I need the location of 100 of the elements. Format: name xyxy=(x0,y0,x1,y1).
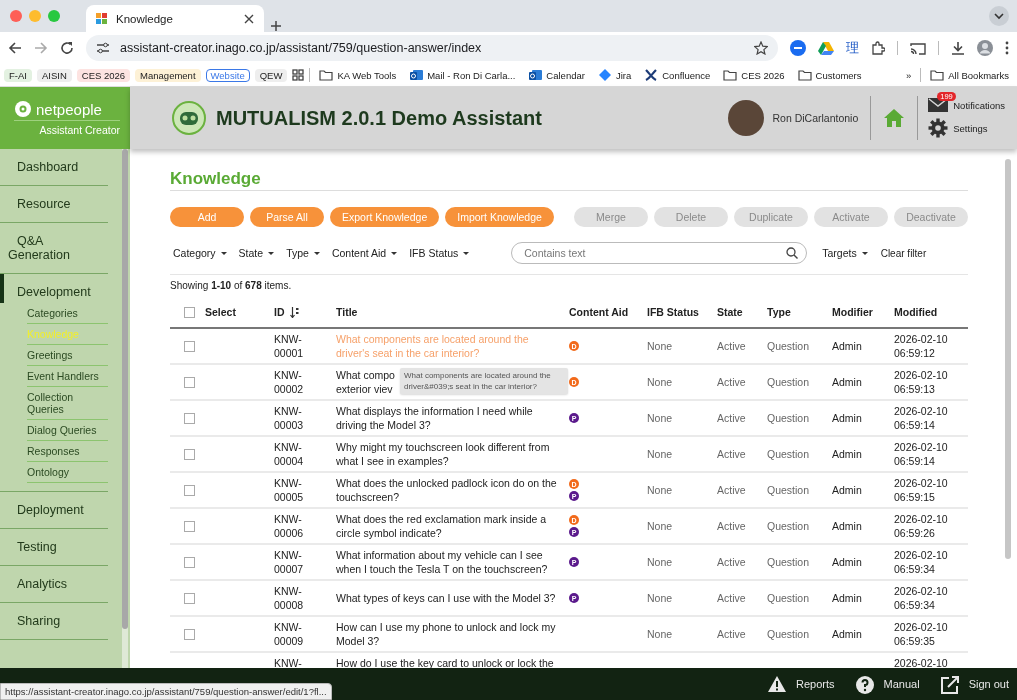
footer-link[interactable]: Sign out xyxy=(939,674,1009,694)
sidebar-item[interactable]: Development xyxy=(0,274,108,303)
modified-date: 2026-02-10 06:59:14 xyxy=(894,441,948,467)
footer-link[interactable]: Reports xyxy=(767,674,835,694)
column-header[interactable]: ID xyxy=(274,306,285,318)
profile-avatar-icon[interactable] xyxy=(977,40,993,56)
extension-icon[interactable] xyxy=(790,40,806,56)
sidebar-subitem[interactable]: Greetings xyxy=(27,345,108,366)
knowledge-title[interactable]: What information about my vehicle can I see when I touch the Tesla T on the touchscreen? xyxy=(336,548,561,576)
filter-dropdown[interactable]: Category xyxy=(170,247,236,259)
settings-link[interactable]: Settings xyxy=(928,118,1005,138)
column-header: Content Aid xyxy=(569,306,629,318)
row-checkbox[interactable] xyxy=(184,448,195,460)
table-cell: None xyxy=(647,412,673,424)
knowledge-title[interactable]: What does the unlocked padlock icon do on the touchscreen? xyxy=(336,476,561,504)
drive-icon[interactable] xyxy=(818,41,834,55)
bookmark-link[interactable]: Calendar xyxy=(524,68,589,82)
close-icon[interactable] xyxy=(244,13,254,24)
clear-filter-link[interactable]: Clear filter xyxy=(880,247,927,259)
scrollbar[interactable] xyxy=(122,149,128,668)
sort-icon[interactable] xyxy=(289,306,299,318)
knowledge-title[interactable]: What does the red exclamation mark inside a circle symbol indicate? xyxy=(336,512,561,540)
more-bookmarks[interactable]: » xyxy=(902,69,916,81)
sidebar-subitem[interactable]: Ontology xyxy=(27,462,108,483)
bookmark-link[interactable]: Jira xyxy=(593,68,636,82)
puzzle-icon[interactable] xyxy=(871,41,885,55)
row-checkbox[interactable] xyxy=(184,340,195,352)
sidebar-subitem[interactable]: Dialog Queries xyxy=(27,420,108,441)
bookmark-chip[interactable]: Management xyxy=(135,68,201,82)
items-summary: Showing 1-10 of 678 items. xyxy=(170,274,968,291)
knowledge-title[interactable]: How can I use my phone to unlock and lock my Model 3? xyxy=(336,620,561,648)
forward-icon[interactable] xyxy=(34,41,48,55)
row-checkbox[interactable] xyxy=(184,592,195,604)
favicon-icon xyxy=(96,12,108,25)
table-cell: Question xyxy=(767,556,810,568)
search-icon[interactable] xyxy=(786,247,799,259)
sidebar-item[interactable]: Dashboard xyxy=(0,149,108,186)
bookmark-chip[interactable]: AISIN xyxy=(36,68,72,82)
new-tab-icon[interactable] xyxy=(270,20,282,32)
bookmark-star-icon[interactable] xyxy=(754,41,768,55)
targets-dropdown[interactable]: Targets xyxy=(819,247,877,259)
sidebar-item[interactable]: Q&A Generation xyxy=(0,223,108,274)
bookmark-chip[interactable]: CES 2026 xyxy=(76,68,131,82)
sidebar-item[interactable]: Testing xyxy=(0,529,108,566)
sidebar-subitem[interactable]: Responses xyxy=(27,441,108,462)
page-scrollbar[interactable] xyxy=(1005,159,1011,559)
sidebar-item[interactable]: Deployment xyxy=(0,492,108,529)
row-checkbox[interactable] xyxy=(184,412,195,424)
bookmark-chip[interactable]: Website xyxy=(205,68,250,82)
table-cell: Question xyxy=(767,448,810,460)
tab-search-icon[interactable] xyxy=(989,6,1009,26)
row-checkbox[interactable] xyxy=(184,376,195,388)
select-all-checkbox[interactable] xyxy=(184,306,195,318)
bookmark-link[interactable]: Confluence xyxy=(640,68,715,82)
window-control-icon[interactable] xyxy=(10,10,22,22)
knowledge-id: KNW-00007 xyxy=(274,549,304,575)
all-bookmarks[interactable]: All Bookmarks xyxy=(926,68,1013,82)
bookmark-chip[interactable]: QEW xyxy=(254,68,288,82)
sidebar-item[interactable]: Resource xyxy=(0,186,108,223)
bookmark-link[interactable]: CES 2026 xyxy=(719,68,789,82)
column-header: Modifier xyxy=(832,306,873,318)
knowledge-title[interactable]: What displays the information I need while driving the Model 3? xyxy=(336,404,561,432)
row-checkbox[interactable] xyxy=(184,556,195,568)
reload-icon[interactable] xyxy=(60,41,74,55)
menu-icon[interactable] xyxy=(1005,41,1009,55)
filter-dropdown[interactable]: Type xyxy=(283,247,329,259)
sidebar-item[interactable]: Analytics xyxy=(0,566,108,603)
bookmark-link[interactable]: Mail - Ron Di Carla... xyxy=(405,68,520,82)
filter-dropdown[interactable]: State xyxy=(235,247,284,259)
knowledge-title[interactable]: Why might my touchscreen look different from what I see in examples? xyxy=(336,440,561,468)
bookmark-link[interactable]: KA Web Tools xyxy=(315,68,401,82)
table-cell: Admin xyxy=(832,556,862,568)
window-control-icon[interactable] xyxy=(48,10,60,22)
user-avatar[interactable] xyxy=(728,100,765,136)
apps-grid-icon[interactable] xyxy=(292,69,305,81)
download-icon[interactable] xyxy=(951,41,965,55)
site-settings-icon[interactable] xyxy=(96,42,110,54)
browser-tab[interactable]: Knowledge xyxy=(86,5,264,32)
table-cell: Active xyxy=(717,628,746,640)
bookmark-chip[interactable]: F-AI xyxy=(4,68,32,82)
filter-dropdown[interactable]: Content Aid xyxy=(328,247,407,259)
search-input[interactable]: Contains text xyxy=(522,246,783,260)
cast-icon[interactable] xyxy=(910,41,926,55)
sidebar-subitem[interactable]: Categories xyxy=(27,303,108,324)
row-checkbox[interactable] xyxy=(184,520,195,532)
row-checkbox[interactable] xyxy=(184,484,195,496)
footer-link[interactable]: Manual xyxy=(854,674,920,694)
filter-dropdown[interactable]: IFB Status xyxy=(406,247,479,259)
modified-date: 2026-02-10 06:59:34 xyxy=(894,549,948,575)
sidebar-subitem[interactable]: Collection Queries xyxy=(27,387,108,420)
user-name[interactable]: Ron DiCarlantonio xyxy=(772,112,859,124)
knowledge-title[interactable]: What types of keys can I use with the Model 3? xyxy=(336,591,561,605)
extension-glyph[interactable]: 理 xyxy=(846,39,859,57)
modified-date: 2026-02-10 06:59:15 xyxy=(894,477,948,503)
row-checkbox[interactable] xyxy=(184,628,195,640)
sidebar-subitem[interactable]: Event Handlers xyxy=(27,366,108,387)
bookmark-link[interactable]: Customers xyxy=(793,68,866,82)
sidebar-item[interactable]: Sharing xyxy=(0,603,108,640)
home-icon[interactable] xyxy=(883,108,906,128)
back-icon[interactable] xyxy=(8,41,22,55)
